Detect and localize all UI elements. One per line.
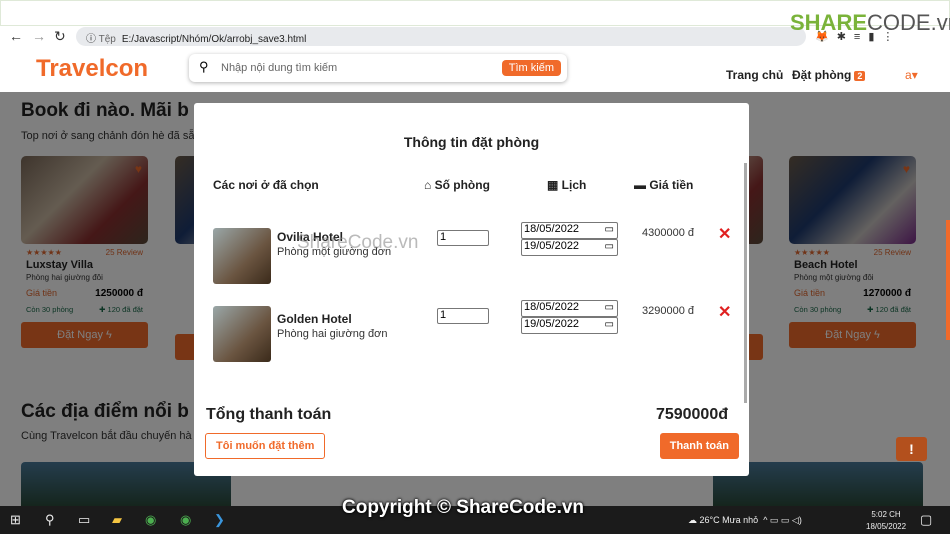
modal-scrollbar[interactable]	[744, 163, 747, 403]
calendar-icon: ▭	[604, 302, 614, 313]
address-bar[interactable]: ⓘ Tệp E:/Javascript/Nhóm/Ok/arrobj_save3.…	[76, 27, 806, 46]
search-bar: ⚲ Nhập nội dung tìm kiếm Tìm kiếm	[189, 54, 567, 82]
modal-title: Thông tin đặt phòng	[403, 134, 540, 150]
booking-count-badge: 2	[854, 71, 866, 81]
search-input[interactable]: Nhập nội dung tìm kiếm	[221, 62, 337, 74]
nav-home[interactable]: Trang chủ	[726, 68, 783, 82]
quantity-input[interactable]: 1	[437, 308, 489, 324]
watermark-overlay: ShareCode.vn	[297, 232, 419, 253]
column-price: ▬ Giá tiền	[634, 178, 694, 192]
quantity-input[interactable]: 1	[437, 230, 489, 246]
user-menu[interactable]: a▾	[905, 68, 918, 82]
booking-modal: Thông tin đặt phòng Các nơi ở đã chọn ⌂ …	[194, 103, 749, 476]
item-price: 3290000 đ	[642, 305, 694, 317]
hotel-thumbnail	[213, 306, 271, 362]
chat-alert-button[interactable]: !	[896, 437, 927, 461]
check-out-date[interactable]: 19/05/2022 ▭	[521, 239, 618, 256]
room-type: Phòng hai giường đơn	[277, 328, 388, 340]
back-icon[interactable]: ←	[9, 28, 23, 44]
info-icon: ⓘ	[86, 34, 99, 45]
search-icon[interactable]: ⚲	[45, 512, 55, 528]
reload-icon[interactable]: ↻	[54, 28, 66, 45]
column-rooms: ⌂ Số phòng	[424, 178, 490, 192]
total-label: Tổng thanh toán	[206, 406, 332, 423]
money-icon: ▬	[634, 178, 650, 192]
calendar-icon: ▦	[547, 178, 562, 192]
column-places: Các nơi ở đã chọn	[213, 178, 319, 192]
pay-button[interactable]: Thanh toán	[659, 433, 739, 459]
calendar-icon: ▭	[604, 319, 614, 330]
search-icon: ⚲	[199, 59, 209, 74]
chrome-icon[interactable]: ◉	[145, 512, 156, 528]
add-more-button[interactable]: Tôi muốn đặt thêm	[205, 433, 326, 459]
cloud-icon: ☁	[688, 515, 700, 525]
hotel-thumbnail	[213, 228, 271, 284]
vscode-icon[interactable]: ❯	[214, 512, 225, 528]
forward-icon[interactable]: →	[32, 28, 46, 44]
watermark: Copyright © ShareCode.vn	[342, 497, 585, 518]
column-calendar: ▦ Lịch	[547, 178, 587, 192]
file-explorer-icon[interactable]: ▰	[112, 512, 122, 528]
site-header: Travelcon ⚲ Nhập nội dung tìm kiếm Tìm k…	[0, 48, 950, 92]
booking-item: Golden Hotel Phòng hai giường đơn 1 18/0…	[213, 300, 733, 364]
logo[interactable]: Travelcon	[36, 55, 148, 83]
url-prefix: Tệp	[98, 34, 116, 45]
check-in-date[interactable]: 18/05/2022 ▭	[521, 300, 618, 317]
page-scrollbar[interactable]	[946, 220, 950, 340]
clock[interactable]: 5:02 CH 18/05/2022	[866, 509, 906, 533]
sharecode-logo: SHARECODE.vn	[790, 10, 950, 35]
task-view-icon[interactable]: ▭	[78, 512, 90, 528]
delete-icon[interactable]: ✕	[718, 224, 731, 244]
notifications-icon[interactable]: ▢	[920, 512, 932, 528]
nav-booking[interactable]: Đặt phòng 2	[792, 68, 866, 82]
url-text: E:/Javascript/Nhóm/Ok/arrobj_save3.html	[121, 34, 307, 45]
hotel-name: Golden Hotel	[277, 312, 352, 326]
home-icon: ⌂	[424, 178, 435, 192]
search-button[interactable]: Tìm kiếm	[501, 60, 561, 76]
check-out-date[interactable]: 19/05/2022 ▭	[521, 317, 618, 334]
delete-icon[interactable]: ✕	[718, 302, 731, 322]
check-in-date[interactable]: 18/05/2022 ▭	[521, 222, 618, 239]
calendar-icon: ▭	[604, 224, 614, 235]
calendar-icon: ▭	[604, 241, 614, 252]
booking-item: Ovilia Hotel Phòng một giường đơn 1 18/0…	[213, 222, 733, 286]
chrome-icon[interactable]: ◉	[180, 512, 191, 528]
system-tray[interactable]: ☁ 26°C Mưa nhỏ ^ ▭ ▭ ◁)	[688, 515, 802, 526]
total-value: 7590000đ	[655, 406, 728, 423]
windows-start-icon[interactable]: ⊞	[10, 512, 21, 528]
item-price: 4300000 đ	[642, 227, 694, 239]
